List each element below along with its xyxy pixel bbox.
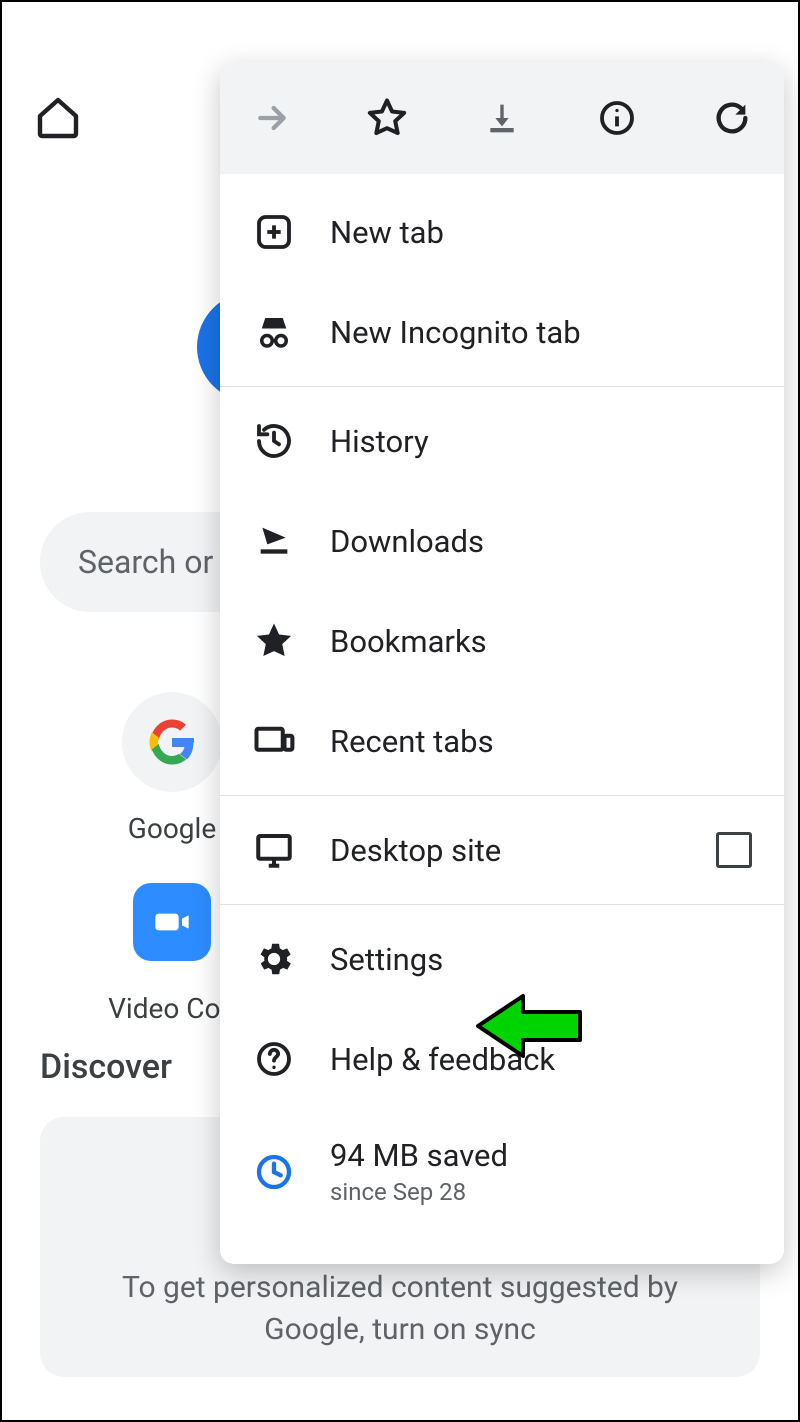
menu-item-history[interactable]: History	[220, 391, 784, 491]
menu-item-recent-tabs[interactable]: Recent tabs	[220, 691, 784, 791]
menu-label: Bookmarks	[330, 623, 752, 660]
star-icon[interactable]	[365, 96, 409, 140]
forward-icon[interactable]	[250, 96, 294, 140]
menu-item-desktop-site[interactable]: Desktop site	[220, 800, 784, 900]
menu-divider	[220, 386, 784, 387]
history-icon	[252, 419, 296, 463]
menu-label: New Incognito tab	[330, 314, 752, 351]
menu-item-bookmarks[interactable]: Bookmarks	[220, 591, 784, 691]
incognito-icon	[252, 310, 296, 354]
data-saver-icon	[252, 1150, 296, 1194]
help-icon	[252, 1037, 296, 1081]
menu-divider	[220, 795, 784, 796]
menu-label: New tab	[330, 214, 752, 251]
recent-tabs-icon	[252, 719, 296, 763]
menu-toolbar	[220, 62, 784, 174]
menu-item-new-tab[interactable]: New tab	[220, 182, 784, 282]
overflow-menu: New tab New Incognito tab History Downlo…	[220, 62, 784, 1264]
reload-icon[interactable]	[710, 96, 754, 140]
desktop-checkbox[interactable]	[716, 832, 752, 868]
menu-item-data-saver[interactable]: 94 MB saved since Sep 28	[220, 1109, 784, 1234]
menu-label: Recent tabs	[330, 723, 752, 760]
menu-label: History	[330, 423, 752, 460]
menu-divider	[220, 904, 784, 905]
new-tab-icon	[252, 210, 296, 254]
search-placeholder: Search or	[78, 543, 213, 581]
info-icon[interactable]	[595, 96, 639, 140]
menu-label: Settings	[330, 941, 752, 978]
menu-label: Downloads	[330, 523, 752, 560]
downloads-icon	[252, 519, 296, 563]
download-icon[interactable]	[480, 96, 524, 140]
gear-icon	[252, 937, 296, 981]
menu-item-help[interactable]: Help & feedback	[220, 1009, 784, 1109]
menu-label: Help & feedback	[330, 1041, 752, 1078]
menu-item-settings[interactable]: Settings	[220, 909, 784, 1009]
discover-heading: Discover	[40, 1047, 172, 1087]
data-saver-amount: 94 MB saved	[330, 1137, 508, 1174]
data-saver-since: since Sep 28	[330, 1178, 508, 1206]
menu-item-incognito[interactable]: New Incognito tab	[220, 282, 784, 382]
menu-item-downloads[interactable]: Downloads	[220, 491, 784, 591]
bookmarks-icon	[252, 619, 296, 663]
menu-label: Desktop site	[330, 832, 716, 869]
desktop-icon	[252, 828, 296, 872]
google-favicon	[122, 692, 222, 792]
zoom-favicon	[122, 872, 222, 972]
card-text: To get personalized content suggested by…	[122, 1270, 678, 1347]
home-button[interactable]	[34, 94, 82, 142]
